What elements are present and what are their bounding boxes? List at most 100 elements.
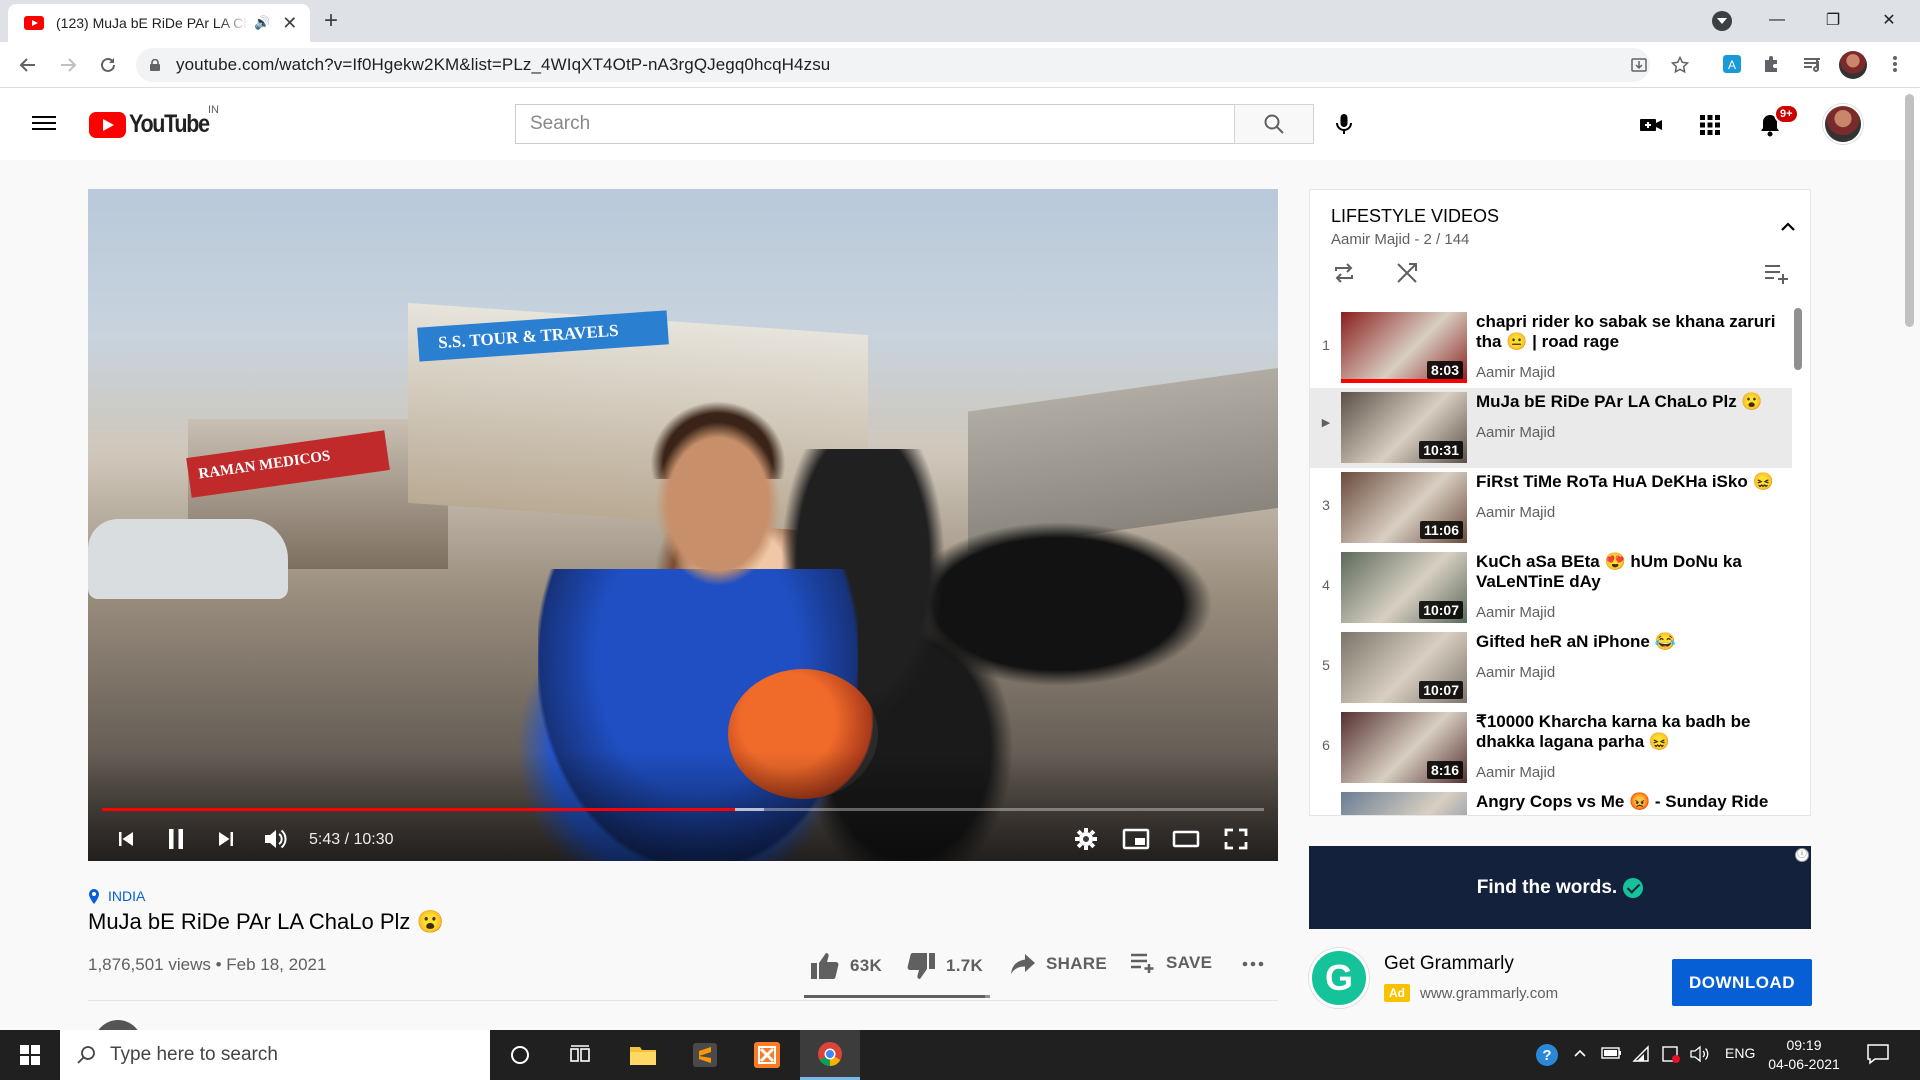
account-avatar[interactable] <box>1823 104 1863 144</box>
extensions-puzzle-icon[interactable] <box>1761 53 1783 75</box>
playlist-item-thumbnail[interactable]: 10:07 <box>1341 552 1467 623</box>
location-link[interactable]: INDIA <box>88 888 145 904</box>
playlist-item[interactable]: 7Angry Cops vs Me 😡 - Sunday RideAamir M… <box>1310 788 1792 815</box>
playlist-item[interactable]: ▶ 10:31 MuJa bE RiDe PAr LA ChaLo Plz 😮 Aam… <box>1310 388 1792 468</box>
search-button[interactable] <box>1234 104 1314 144</box>
fullscreen-icon[interactable] <box>1218 821 1254 857</box>
miniplayer-icon[interactable] <box>1118 821 1154 857</box>
apps-grid-icon[interactable] <box>1697 112 1723 138</box>
save-playlist-icon[interactable] <box>1763 260 1789 286</box>
playlist-item-channel[interactable]: Aamir Majid <box>1476 504 1555 521</box>
voice-search-mic-icon[interactable] <box>1332 112 1356 136</box>
cortana-icon[interactable] <box>490 1030 550 1080</box>
browser-menu-icon[interactable] <box>1884 53 1906 75</box>
playlist-item-title[interactable]: Angry Cops vs Me 😡 - Sunday Ride <box>1476 792 1776 812</box>
windows-start-button[interactable] <box>0 1030 60 1080</box>
tab-close-icon[interactable]: ✕ <box>282 13 297 34</box>
grammarly-logo-icon[interactable]: G <box>1309 948 1369 1008</box>
playlist-item[interactable]: 3 11:06 FiRst TiMe RoTa HuA DeKHa iSko 😖 Aa… <box>1310 468 1792 548</box>
tab-audio-icon[interactable]: 🔊 <box>254 15 270 31</box>
playlist-item-channel[interactable]: Aamir Majid <box>1476 764 1555 781</box>
advertiser-name[interactable]: Get Grammarly <box>1384 953 1514 975</box>
xampp-icon[interactable] <box>737 1030 797 1080</box>
playlist-item-title[interactable]: MuJa bE RiDe PAr LA ChaLo Plz 😮 <box>1476 392 1776 412</box>
reload-icon[interactable] <box>96 53 120 77</box>
playlist-item-title[interactable]: KuCh aSa BEta 😍 hUm DoNu ka VaLeNTinE dA… <box>1476 552 1776 592</box>
playlist-item-thumbnail[interactable]: 8:03 <box>1341 312 1467 383</box>
notification-count-badge[interactable]: 9+ <box>1774 104 1799 124</box>
task-view-icon[interactable] <box>550 1030 610 1080</box>
loop-playlist-icon[interactable] <box>1331 260 1357 286</box>
playlist-item-thumbnail[interactable]: 10:31 <box>1341 392 1467 463</box>
create-video-icon[interactable] <box>1638 112 1664 138</box>
playlist-owner-position[interactable]: Aamir Majid - 2 / 144 <box>1331 231 1469 248</box>
battery-icon[interactable] <box>1601 1045 1623 1061</box>
share-button[interactable]: SHARE <box>1010 952 1107 976</box>
notifications-center-icon[interactable] <box>1866 1043 1890 1065</box>
browser-profile-avatar[interactable] <box>1839 51 1867 79</box>
lock-icon[interactable] <box>150 59 160 71</box>
file-explorer-icon[interactable] <box>613 1030 673 1080</box>
back-icon[interactable] <box>16 53 40 77</box>
playlist-item-thumbnail[interactable]: 11:06 <box>1341 472 1467 543</box>
seek-bar[interactable] <box>102 808 1264 811</box>
playlist-item-channel[interactable]: Aamir Majid <box>1476 604 1555 621</box>
playlist-item-channel[interactable]: Aamir Majid <box>1476 364 1555 381</box>
volume-icon[interactable] <box>258 821 294 857</box>
ad-banner[interactable]: Find the words. <box>1309 846 1811 929</box>
collapse-chevron-up-icon[interactable] <box>1776 215 1800 239</box>
playlist-title[interactable]: LIFESTYLE VIDEOS <box>1331 206 1499 227</box>
address-bar[interactable]: youtube.com/watch?v=If0Hgekw2KM&list=PLz… <box>136 48 1689 82</box>
hamburger-menu-icon[interactable] <box>32 113 56 133</box>
input-language[interactable]: ENG <box>1725 1045 1755 1061</box>
taskbar-search-box[interactable]: Type here to search <box>60 1030 490 1080</box>
tab-search-dropdown-icon[interactable] <box>1712 11 1732 31</box>
playlist-item-channel[interactable]: Aamir Majid <box>1476 664 1555 681</box>
playlist-item-title[interactable]: Gifted heR aN iPhone 😂 <box>1476 632 1776 652</box>
shuffle-playlist-icon[interactable] <box>1394 260 1420 286</box>
chrome-taskbar-icon[interactable] <box>800 1030 860 1080</box>
theater-mode-icon[interactable] <box>1168 821 1204 857</box>
settings-gear-icon[interactable] <box>1068 821 1104 857</box>
like-button[interactable]: 63K <box>810 952 882 980</box>
next-video-icon[interactable] <box>208 821 244 857</box>
help-icon[interactable]: ? <box>1534 1042 1560 1068</box>
playlist-item[interactable]: 6 8:16 ₹10000 Kharcha karna ka badh be dha… <box>1310 708 1792 788</box>
more-actions-button[interactable] <box>1241 952 1275 976</box>
playlist-item-thumbnail[interactable] <box>1341 792 1467 815</box>
page-scrollbar[interactable] <box>1905 94 1914 327</box>
forward-icon[interactable] <box>56 53 80 77</box>
ad-info-icon[interactable]: ⓘ <box>1795 848 1809 862</box>
playlist-item-title[interactable]: ₹10000 Kharcha karna ka badh be dhakka l… <box>1476 712 1776 752</box>
network-status-icon[interactable] <box>1661 1045 1681 1063</box>
new-tab-button[interactable]: + <box>324 9 338 33</box>
window-maximize-button[interactable]: ❐ <box>1810 6 1856 34</box>
bookmark-star-icon[interactable] <box>1671 56 1689 74</box>
speaker-icon[interactable] <box>1689 1045 1711 1063</box>
playlist-item[interactable]: 4 10:07 KuCh aSa BEta 😍 hUm DoNu ka VaLeNT… <box>1310 548 1792 628</box>
previous-video-icon[interactable] <box>108 821 144 857</box>
video-player[interactable]: S.S. TOUR & TRAVELS RAMAN MEDICOS 5:43 /… <box>88 189 1278 861</box>
extension-translate-icon[interactable]: A <box>1721 53 1743 75</box>
playlist-item-channel[interactable]: Aamir Majid <box>1476 424 1555 441</box>
save-button[interactable]: SAVE <box>1130 952 1212 974</box>
media-queue-icon[interactable] <box>1801 53 1823 75</box>
dislike-button[interactable]: 1.7K <box>906 952 983 980</box>
playlist-item-title[interactable]: FiRst TiMe RoTa HuA DeKHa iSko 😖 <box>1476 472 1776 492</box>
wifi-icon[interactable] <box>1632 1045 1652 1063</box>
browser-tab-youtube[interactable]: (123) MuJa bE RiDe PAr LA ChaLo Plz 😮 - … <box>8 4 310 42</box>
youtube-logo[interactable]: YouTube IN <box>89 104 222 139</box>
tray-overflow-chevron-icon[interactable] <box>1572 1045 1588 1061</box>
playlist-item-thumbnail[interactable]: 10:07 <box>1341 632 1467 703</box>
pause-icon[interactable] <box>158 821 194 857</box>
window-minimize-button[interactable]: — <box>1754 6 1800 34</box>
playlist-item[interactable]: 1 8:03 chapri rider ko sabak se khana zaru… <box>1310 308 1792 388</box>
ad-download-button[interactable]: DOWNLOAD <box>1672 959 1812 1006</box>
playlist-item-thumbnail[interactable]: 8:16 <box>1341 712 1467 783</box>
playlist-item-title[interactable]: chapri rider ko sabak se khana zaruri th… <box>1476 312 1776 352</box>
search-input[interactable]: Search <box>515 104 1235 144</box>
playlist-scrollbar[interactable] <box>1794 308 1802 370</box>
system-clock[interactable]: 09:19 04-06-2021 <box>1758 1036 1850 1074</box>
install-app-icon[interactable] <box>1630 56 1648 74</box>
playlist-item[interactable]: 5 10:07 Gifted heR aN iPhone 😂 Aamir Majid <box>1310 628 1792 708</box>
